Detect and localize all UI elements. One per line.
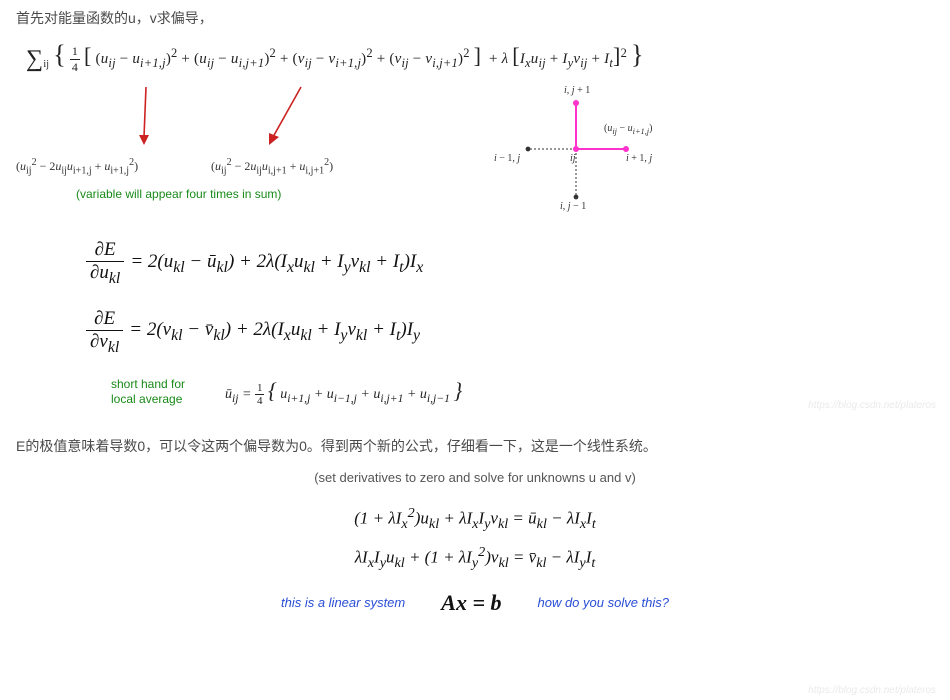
shorthand-label: short hand for local average <box>111 377 201 408</box>
stencil-svg <box>476 79 696 219</box>
document-page: 首先对能量函数的u，v求偏导， ∑ij { 1 4 [ (uij − ui+1,… <box>0 0 950 700</box>
expansion-row: (uij2 − 2uijui+1,j + ui+1,j2) (uij2 − 2u… <box>16 79 934 229</box>
dE-du-frac: ∂E ∂ukl <box>86 239 124 288</box>
second-paragraph: E的极值意味着导数0，可以令这两个偏导数为0。得到两个新的公式，仔细看一下，这是… <box>16 436 934 456</box>
stencil-label-center: ij <box>570 153 576 164</box>
linear-eq-2: λIxIyukl + (1 + λIy2)vkl = v̄kl − λIyIt <box>16 538 934 577</box>
linear-equations: (1 + λIx2)ukl + λIxIyvkl = ūkl − λIxIt λ… <box>16 499 934 578</box>
dE-du-rhs: = 2(ukl − ūkl) + 2λ(Ixukl + Iyvkl + It)I… <box>130 251 423 277</box>
matrix-form-row: this is a linear system Ax = b how do yo… <box>16 590 934 616</box>
dE-du-row: ∂E ∂ukl = 2(ukl − ūkl) + 2λ(Ixukl + Iyvk… <box>86 239 934 288</box>
stencil-label-right: i + 1, j <box>626 153 652 164</box>
grid-stencil-diagram: i, j + 1 (uij − ui+1,j) i − 1, j ij i + … <box>476 79 696 219</box>
linear-eq-1: (1 + λIx2)ukl + λIxIyvkl = ūkl − λIxIt <box>16 499 934 538</box>
expansion-right: (uij2 − 2uijui,j+1 + ui,j+12) <box>211 157 333 176</box>
four-times-note: (variable will appear four times in sum) <box>76 187 281 201</box>
partial-derivatives: ∂E ∂ukl = 2(ukl − ūkl) + 2λ(Ixukl + Iyvk… <box>86 239 934 357</box>
shorthand-row: short hand for local average ūij = 1 4 {… <box>111 377 934 408</box>
dE-dv-frac: ∂E ∂vkl <box>86 308 123 357</box>
stencil-label-top: i, j + 1 <box>564 85 590 96</box>
arrow-to-left-expansion <box>131 85 171 145</box>
watermark-2: https://blog.csdn.net/plateros <box>808 685 936 696</box>
set-derivatives-note: (set derivatives to zero and solve for u… <box>16 470 934 485</box>
stencil-label-left: i − 1, j <box>494 153 520 164</box>
how-solve-note: how do you solve this? <box>537 595 669 610</box>
shorthand-label-line1: short hand for <box>111 377 185 391</box>
dE-dv-row: ∂E ∂vkl = 2(vkl − v̄kl) + 2λ(Ixukl + Iyv… <box>86 308 934 357</box>
dE-dv-rhs: = 2(vkl − v̄kl) + 2λ(Ixukl + Iyvkl + It)… <box>129 319 420 345</box>
matrix-equation: Ax = b <box>441 590 501 616</box>
stencil-label-edge: (uij − ui+1,j) <box>604 123 652 136</box>
shorthand-label-line2: local average <box>111 392 182 406</box>
stencil-label-bottom: i, j − 1 <box>560 201 586 212</box>
intro-paragraph: 首先对能量函数的u，v求偏导， <box>16 8 934 28</box>
linear-system-note: this is a linear system <box>281 595 405 610</box>
shorthand-equation: ūij = 1 4 { ui+1,j + ui−1,j + ui,j+1 + u… <box>225 378 462 407</box>
energy-sum-formula: ∑ij { 1 4 [ (uij − ui+1,j)2 + (uij − ui,… <box>26 40 934 75</box>
arrow-to-right-expansion <box>261 85 301 145</box>
expansion-left: (uij2 − 2uijui+1,j + ui+1,j2) <box>16 157 138 176</box>
